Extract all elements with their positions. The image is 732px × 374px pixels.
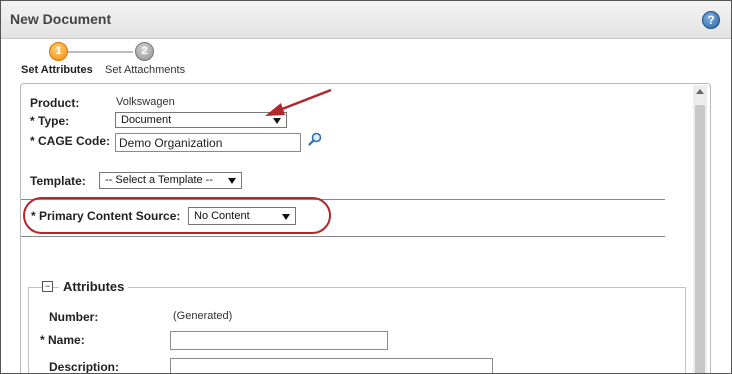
dialog-titlebar: New Document ? — [1, 1, 731, 39]
new-document-dialog: New Document ? 1 2 Set Attributes Set At… — [0, 0, 732, 374]
wizard-step-2-label[interactable]: Set Attachments — [105, 64, 185, 76]
arrow-annotation-icon — [265, 88, 332, 116]
wizard-step-2-icon[interactable]: 2 — [135, 42, 154, 61]
vertical-scrollbar[interactable] — [693, 85, 707, 373]
cage-code-input[interactable]: Demo Organization — [115, 133, 301, 152]
name-input[interactable] — [170, 331, 388, 350]
section-divider — [21, 236, 665, 237]
cage-code-label: * CAGE Code: — [30, 134, 111, 148]
type-label: * Type: — [30, 114, 70, 128]
type-select-value: Document — [121, 114, 172, 126]
description-label: Description: — [49, 360, 120, 374]
product-value: Volkswagen — [116, 96, 175, 108]
template-select-value: -- Select a Template -- — [105, 174, 214, 186]
wizard-step-connector — [63, 51, 133, 53]
scrollbar-thumb[interactable] — [695, 105, 705, 373]
scroll-up-arrow-icon[interactable] — [696, 89, 704, 94]
wizard-step-1-icon[interactable]: 1 — [49, 42, 68, 61]
wizard-step-1-label[interactable]: Set Attributes — [21, 64, 93, 76]
template-label: Template: — [30, 174, 86, 188]
attributes-section-title: Attributes — [59, 279, 129, 294]
magnifier-icon[interactable] — [308, 132, 322, 146]
name-label: * Name: — [40, 333, 85, 347]
number-label: Number: — [49, 310, 99, 324]
dialog-title: New Document — [10, 11, 112, 27]
description-input[interactable] — [170, 358, 493, 373]
highlight-annotation — [23, 197, 331, 234]
product-label: Product: — [30, 96, 80, 110]
wizard-steps: 1 2 Set Attributes Set Attachments — [1, 39, 731, 81]
help-icon[interactable]: ? — [702, 11, 720, 29]
dropdown-arrow-icon — [228, 178, 236, 184]
number-value: (Generated) — [173, 310, 233, 322]
collapse-icon[interactable]: − — [42, 281, 53, 292]
template-select[interactable]: -- Select a Template -- — [99, 172, 242, 189]
